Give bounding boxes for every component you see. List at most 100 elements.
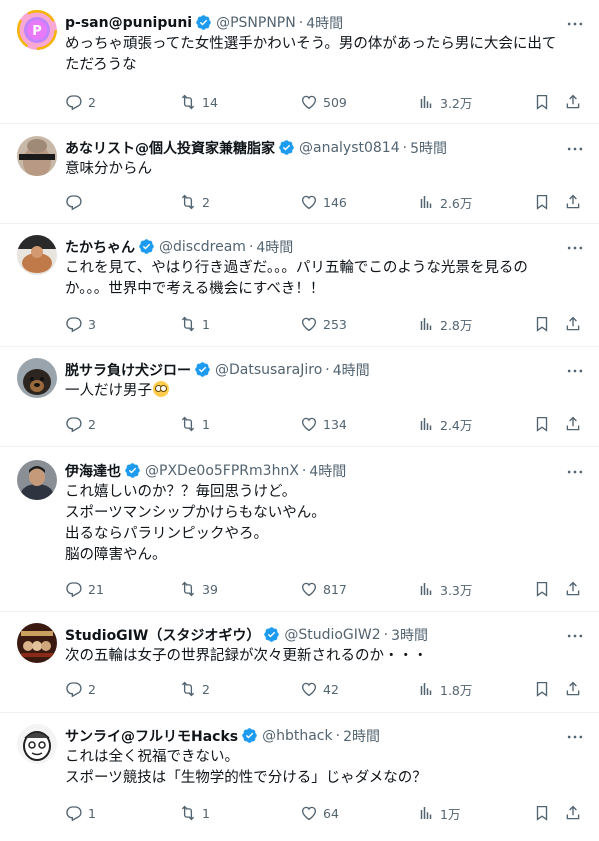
more-options-icon[interactable]: [565, 361, 585, 381]
reply-button[interactable]: 1: [65, 803, 96, 823]
retweet-button[interactable]: 39: [179, 579, 218, 599]
more-options-icon[interactable]: [565, 727, 585, 747]
heart-icon: [301, 95, 317, 110]
display-name[interactable]: サンライ@フルリモHacks: [65, 726, 238, 746]
person-photo-avatar-icon: [17, 136, 57, 176]
bookmark-button[interactable]: [533, 579, 551, 599]
more-options-icon[interactable]: [565, 238, 585, 258]
avatar[interactable]: [17, 623, 57, 663]
share-button[interactable]: [564, 192, 582, 212]
tweet-actions: 2 14 509 3.2万: [65, 92, 585, 112]
like-button[interactable]: 146: [300, 192, 347, 212]
avatar[interactable]: [17, 358, 57, 398]
views-button[interactable]: 1.8万: [417, 679, 472, 699]
display-name[interactable]: p-san@punipuni: [65, 15, 192, 31]
bookmark-button[interactable]: [533, 679, 551, 699]
retweet-button[interactable]: 1: [179, 314, 210, 334]
reply-button[interactable]: [65, 192, 88, 212]
display-name[interactable]: たかちゃん: [65, 237, 135, 257]
user-handle[interactable]: @PXDe0o5FPRm3hnX: [145, 463, 299, 479]
avatar[interactable]: [17, 136, 57, 176]
share-button[interactable]: [564, 314, 582, 334]
timestamp[interactable]: 4時間: [306, 13, 343, 33]
tweet-actions: 2 2 42 1.8万: [65, 679, 585, 699]
reply-button[interactable]: 3: [65, 314, 96, 334]
tweet-text-line: 次の五輪は女子の世界記録が次々更新されるのか・・・: [65, 648, 428, 664]
display-name[interactable]: 脱サラ負け犬ジロー: [65, 360, 191, 380]
reply-button[interactable]: 2: [65, 414, 96, 434]
views-button[interactable]: 2.8万: [417, 314, 472, 334]
user-handle[interactable]: @hbthack: [262, 728, 333, 744]
reply-button[interactable]: 2: [65, 679, 96, 699]
retweet-count: 2: [202, 194, 210, 210]
like-button[interactable]: 64: [300, 803, 339, 823]
like-button[interactable]: 42: [300, 679, 339, 699]
more-options-icon[interactable]: [565, 139, 585, 159]
tweet[interactable]: サンライ@フルリモHacks @hbthack · 2時間 これは全く祝福できな…: [0, 713, 599, 841]
tweet-text-line: 一人だけ男子: [65, 381, 585, 402]
retweet-button[interactable]: 1: [179, 414, 210, 434]
user-handle[interactable]: @analyst0814: [299, 140, 400, 156]
tweet-text-line: か。。。世界中で考える機会にすべき！！: [65, 281, 325, 297]
timestamp[interactable]: 2時間: [343, 726, 380, 746]
retweet-button[interactable]: 2: [179, 679, 210, 699]
avatar[interactable]: [17, 460, 57, 500]
user-handle[interactable]: @discdream: [159, 239, 246, 255]
like-button[interactable]: 817: [300, 579, 347, 599]
tweet[interactable]: P p-san@punipuni @PSNPNPN · 4時間 めっちゃ頑張って…: [0, 0, 599, 124]
reply-button[interactable]: 21: [65, 579, 104, 599]
more-options-icon[interactable]: [565, 626, 585, 646]
share-button[interactable]: [564, 414, 582, 434]
retweet-icon: [181, 681, 195, 697]
tweet[interactable]: あなリスト@個人投資家兼糖脂家 @analyst0814 · 5時間 意味分から…: [0, 124, 599, 224]
view-count: 2.6万: [440, 195, 473, 211]
views-button[interactable]: 1万: [417, 803, 460, 823]
bookmark-button[interactable]: [533, 414, 551, 434]
display-name[interactable]: あなリスト@個人投資家兼糖脂家: [65, 138, 275, 158]
avatar[interactable]: [17, 724, 57, 764]
p-logo-avatar-icon: P: [17, 10, 57, 50]
more-options-icon[interactable]: [565, 462, 585, 482]
timestamp[interactable]: 4時間: [256, 237, 293, 257]
user-handle[interactable]: @StudioGIW2: [284, 627, 380, 643]
views-button[interactable]: 2.4万: [417, 414, 472, 434]
views-button[interactable]: 2.6万: [417, 192, 472, 212]
bookmark-button[interactable]: [533, 803, 551, 823]
timestamp[interactable]: 3時間: [391, 625, 428, 645]
user-handle[interactable]: @DatsusaraJiro: [215, 362, 322, 378]
views-button[interactable]: 3.2万: [417, 92, 472, 112]
share-button[interactable]: [564, 92, 582, 112]
more-options-icon[interactable]: [565, 14, 585, 34]
bookmark-button[interactable]: [533, 314, 551, 334]
like-button[interactable]: 253: [300, 314, 347, 334]
retweet-button[interactable]: 1: [179, 803, 210, 823]
avatar[interactable]: P: [17, 10, 57, 50]
tweet[interactable]: StudioGIW（スタジオギウ） @StudioGIW2 · 3時間 次の五輪…: [0, 612, 599, 713]
tweet-actions: 21 39 817 3.3万: [65, 579, 585, 599]
reply-icon: [66, 195, 82, 211]
views-button[interactable]: 3.3万: [417, 579, 472, 599]
retweet-button[interactable]: 14: [179, 92, 218, 112]
avatar[interactable]: [17, 235, 57, 275]
tweet-text: 次の五輪は女子の世界記録が次々更新されるのか・・・: [65, 646, 585, 667]
retweet-count: 1: [202, 805, 210, 821]
reply-button[interactable]: 2: [65, 92, 96, 112]
timestamp[interactable]: 4時間: [309, 461, 346, 481]
tweet[interactable]: 伊海達也 @PXDe0o5FPRm3hnX · 4時間 これ嬉しいのか？？毎回思…: [0, 447, 599, 612]
timestamp[interactable]: 5時間: [410, 138, 447, 158]
share-button[interactable]: [564, 679, 582, 699]
like-button[interactable]: 134: [300, 414, 347, 434]
share-button[interactable]: [564, 803, 582, 823]
like-button[interactable]: 509: [300, 92, 347, 112]
timestamp[interactable]: 4時間: [333, 360, 370, 380]
retweet-button[interactable]: 2: [179, 192, 210, 212]
display-name[interactable]: 伊海達也: [65, 461, 121, 481]
share-button[interactable]: [564, 579, 582, 599]
tweet[interactable]: 脱サラ負け犬ジロー @DatsusaraJiro · 4時間 一人だけ男子 2 …: [0, 347, 599, 447]
like-count: 42: [323, 681, 339, 697]
tweet[interactable]: たかちゃん @discdream · 4時間 これを見て、やはり行き過ぎだ。。。…: [0, 224, 599, 347]
user-handle[interactable]: @PSNPNPN: [216, 15, 296, 31]
bookmark-button[interactable]: [533, 192, 551, 212]
display-name[interactable]: StudioGIW（スタジオギウ）: [65, 625, 260, 645]
bookmark-button[interactable]: [533, 92, 551, 112]
